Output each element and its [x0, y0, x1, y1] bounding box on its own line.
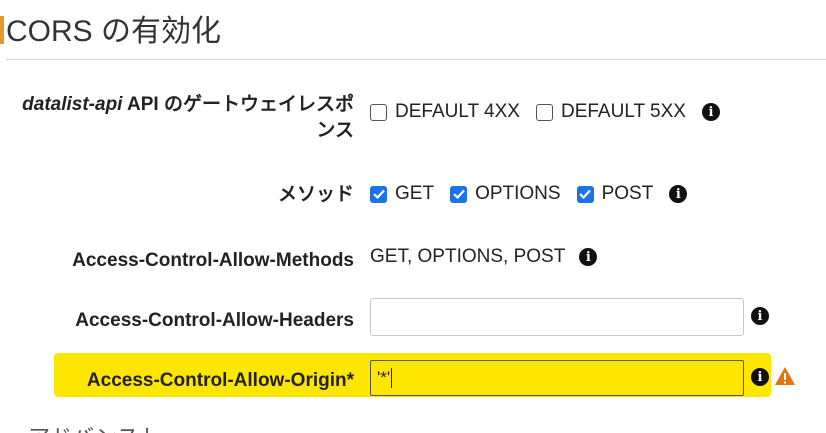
- method-options-option[interactable]: OPTIONS: [450, 183, 561, 205]
- method-get-option[interactable]: GET: [370, 183, 434, 205]
- allow-origin-value: '*': [377, 368, 391, 387]
- method-post-checkbox[interactable]: [576, 185, 594, 203]
- advanced-section-toggle[interactable]: ー アドバンスト: [0, 420, 161, 433]
- allow-methods-label: Access-Control-Allow-Methods: [72, 250, 354, 271]
- info-icon[interactable]: i: [751, 368, 769, 386]
- method-post-option[interactable]: POST: [576, 183, 654, 205]
- default-4xx-label: DEFAULT 4XX: [395, 101, 520, 122]
- allow-headers-input[interactable]: [370, 298, 744, 336]
- allow-origin-input[interactable]: '*': [370, 360, 744, 396]
- gateway-responses-label-text: API のゲートウェイレスポンス: [122, 94, 354, 141]
- gateway-responses-options: DEFAULT 4XX DEFAULT 5XX i: [370, 101, 720, 123]
- method-options-checkbox[interactable]: [450, 185, 468, 203]
- methods-options: GET OPTIONS POST i: [370, 183, 688, 205]
- methods-label: メソッド: [277, 184, 354, 205]
- gateway-responses-label: datalist-api API のゲートウェイレスポンス: [4, 92, 354, 144]
- page-title: CORS の有効化: [6, 15, 222, 48]
- warning-icon: [775, 367, 795, 385]
- default-4xx-checkbox[interactable]: [370, 103, 387, 121]
- info-icon[interactable]: i: [751, 307, 769, 325]
- api-name: datalist-api: [22, 94, 123, 115]
- default-5xx-label: DEFAULT 5XX: [560, 101, 686, 122]
- method-options-label: OPTIONS: [475, 183, 561, 204]
- title-accent-mark: [0, 16, 4, 44]
- allow-origin-label: Access-Control-Allow-Origin*: [86, 370, 354, 391]
- method-get-label: GET: [395, 183, 435, 204]
- default-5xx-checkbox[interactable]: [535, 103, 553, 121]
- text-caret: [391, 368, 393, 388]
- allow-headers-label: Access-Control-Allow-Headers: [75, 310, 354, 331]
- title-divider: [6, 59, 826, 60]
- method-post-label: POST: [601, 183, 654, 204]
- default-5xx-option[interactable]: DEFAULT 5XX: [535, 101, 686, 123]
- allow-methods-value: GET, OPTIONS, POST: [370, 246, 566, 267]
- method-get-checkbox[interactable]: [370, 185, 387, 203]
- default-4xx-option[interactable]: DEFAULT 4XX: [370, 101, 520, 123]
- allow-methods-row: GET, OPTIONS, POST i: [370, 246, 598, 268]
- info-icon[interactable]: i: [579, 248, 598, 266]
- info-icon[interactable]: i: [701, 103, 720, 121]
- info-icon[interactable]: i: [669, 185, 688, 203]
